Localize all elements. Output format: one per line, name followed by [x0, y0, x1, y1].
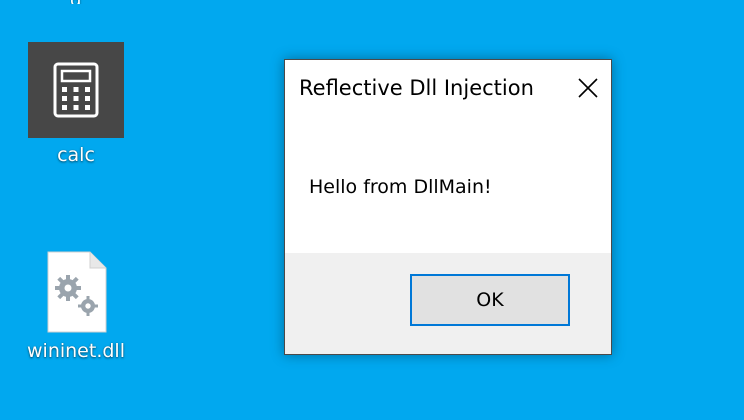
- desktop-icon-label: wininet.dll: [27, 340, 125, 362]
- desktop-icon-calc[interactable]: calc: [16, 42, 136, 166]
- desktop-icon-wininet-dll[interactable]: wininet.dll: [16, 250, 136, 362]
- desktop-icon-label: calc: [57, 144, 95, 166]
- close-button[interactable]: [565, 60, 611, 116]
- ok-button[interactable]: OK: [410, 274, 570, 326]
- partial-icon-label: g: [70, 0, 88, 4]
- dialog-message: Hello from DllMain!: [309, 176, 492, 198]
- dll-file-icon: [44, 250, 108, 334]
- calculator-icon: [28, 42, 124, 138]
- message-box-dialog: Reflective Dll Injection Hello from DllM…: [284, 59, 612, 355]
- close-icon: [578, 78, 598, 98]
- dialog-button-bar: OK: [285, 253, 611, 354]
- dialog-title: Reflective Dll Injection: [299, 76, 534, 100]
